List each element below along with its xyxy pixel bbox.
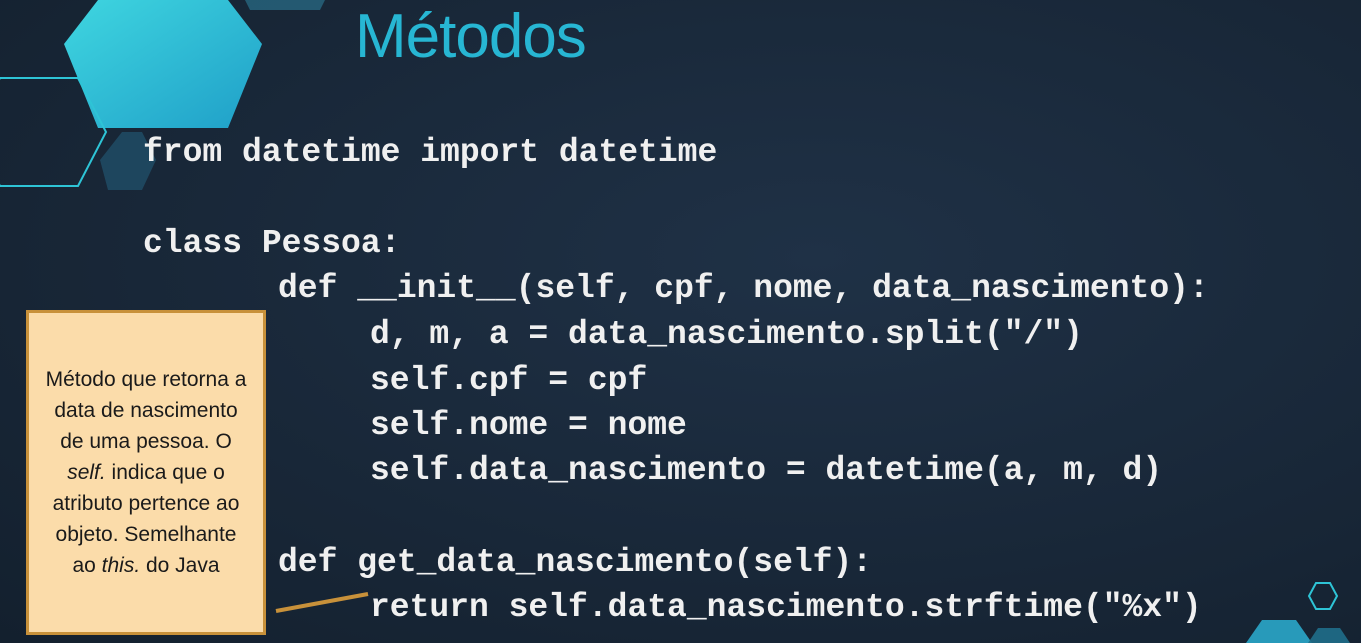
note-text-part1: Método que retorna a data de nascimento …	[45, 368, 247, 453]
note-this-word: this.	[101, 554, 141, 577]
note-text-part3: do Java	[140, 554, 220, 577]
callout-text: Método que retorna a data de nascimento …	[43, 364, 249, 581]
note-self-word: self.	[67, 461, 106, 484]
presentation-slide: Métodos from datetime import datetime cl…	[0, 0, 1361, 643]
callout-note: Método que retorna a data de nascimento …	[26, 310, 266, 635]
